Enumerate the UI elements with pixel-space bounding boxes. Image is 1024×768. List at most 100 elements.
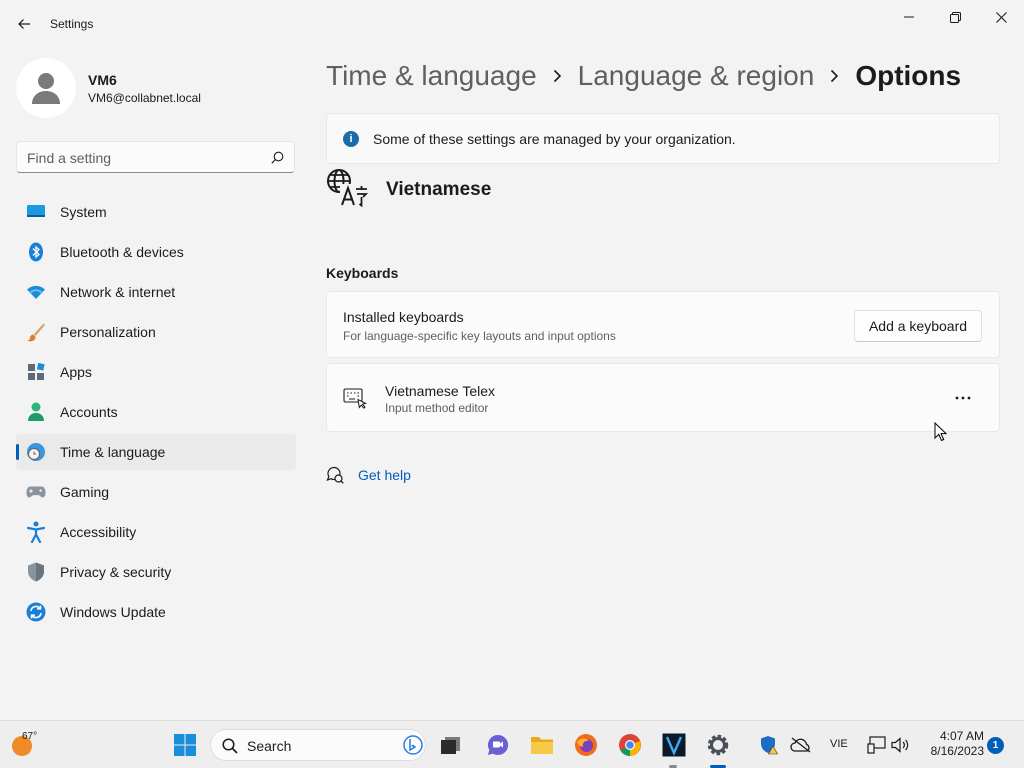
search-icon[interactable] <box>271 151 284 164</box>
sidebar-item-time-language[interactable]: Time & language <box>16 434 296 470</box>
installed-keyboards-subtitle: For language-specific key layouts and in… <box>343 329 616 343</box>
installed-keyboards-title: Installed keyboards <box>343 309 464 325</box>
person-icon <box>26 402 46 422</box>
restore-icon <box>949 11 961 23</box>
paintbrush-icon <box>26 322 46 342</box>
gamepad-icon <box>26 482 46 502</box>
sidebar-item-label: Gaming <box>60 484 110 500</box>
folder-icon <box>531 737 553 754</box>
sidebar-item-label: Network & internet <box>60 284 176 300</box>
close-button[interactable] <box>979 6 1023 28</box>
keyboards-section-title: Keyboards <box>326 265 399 281</box>
settings-app-button[interactable] <box>704 731 732 759</box>
sidebar-item-accessibility[interactable]: Accessibility <box>16 514 296 550</box>
notification-badge[interactable]: 1 <box>987 737 1004 754</box>
sidebar-item-system[interactable]: System <box>16 194 296 230</box>
more-icon <box>955 396 971 400</box>
settings-search[interactable] <box>16 141 295 173</box>
shield-warning-icon <box>761 736 779 755</box>
file-explorer-button[interactable] <box>528 731 556 759</box>
user-name: VM6 <box>88 72 117 88</box>
managed-by-organization-banner: i Some of these settings are managed by … <box>326 113 1000 164</box>
chrome-icon <box>619 734 641 756</box>
sidebar-item-windows-update[interactable]: Windows Update <box>16 594 296 630</box>
close-icon <box>995 11 1007 23</box>
page-title: Options <box>855 60 962 91</box>
keyboard-type: Input method editor <box>385 401 489 415</box>
onedrive-tray-icon[interactable] <box>787 731 815 759</box>
speaker-icon <box>891 737 909 753</box>
chat-button[interactable] <box>484 731 512 759</box>
taskbar-clock[interactable]: 4:07 AM 8/16/2023 <box>914 729 984 759</box>
chrome-button[interactable] <box>616 731 644 759</box>
taskbar-search[interactable]: Search <box>210 729 426 761</box>
update-icon <box>26 602 46 622</box>
taskbar: 67° Search VIE 4:07 AM 8/16/2023 1 <box>0 720 1024 768</box>
user-profile[interactable]: VM6 VM6@collabnet.local <box>16 58 276 118</box>
breadcrumb: Time & language Language & region Option… <box>326 56 961 96</box>
search-input[interactable] <box>27 149 257 167</box>
sidebar-item-label: Bluetooth & devices <box>60 244 184 260</box>
sidebar-item-network[interactable]: Network & internet <box>16 274 296 310</box>
back-button[interactable] <box>10 12 38 36</box>
sidebar-item-accounts[interactable]: Accounts <box>16 394 296 430</box>
apps-icon <box>26 362 46 382</box>
firefox-icon <box>575 734 597 756</box>
avatar <box>16 58 76 118</box>
volume-tray-icon[interactable] <box>886 731 914 759</box>
sidebar-item-label: Windows Update <box>60 604 166 620</box>
bluetooth-icon <box>26 242 46 262</box>
sidebar-item-personalization[interactable]: Personalization <box>16 314 296 350</box>
cloud-offline-icon <box>790 737 811 753</box>
network-icon <box>867 736 886 754</box>
keyboard-item[interactable]: Vietnamese Telex Input method editor <box>326 363 1000 432</box>
v-app-icon <box>662 733 686 757</box>
weather-temperature: 67° <box>22 731 38 742</box>
task-view-button[interactable] <box>437 731 465 759</box>
vscode-like-app-button[interactable] <box>660 731 688 759</box>
input-language-indicator[interactable]: VIE <box>830 738 848 750</box>
shield-icon <box>26 562 46 582</box>
more-options-button[interactable] <box>947 386 979 410</box>
minimize-button[interactable] <box>887 6 931 28</box>
sidebar-item-label: Accessibility <box>60 524 137 540</box>
monitor-icon <box>26 202 46 222</box>
restore-button[interactable] <box>933 6 977 28</box>
breadcrumb-time-language[interactable]: Time & language <box>326 60 537 92</box>
mouse-cursor-icon <box>934 422 947 442</box>
info-message: Some of these settings are managed by yo… <box>373 131 736 147</box>
taskbar-search-label: Search <box>247 738 292 754</box>
breadcrumb-language-region[interactable]: Language & region <box>578 60 815 92</box>
sidebar-item-label: Privacy & security <box>60 564 172 580</box>
chat-icon <box>487 734 509 755</box>
wifi-icon <box>26 282 46 302</box>
get-help-link[interactable]: Get help <box>326 464 411 486</box>
firefox-button[interactable] <box>572 731 600 759</box>
sidebar-item-bluetooth[interactable]: Bluetooth & devices <box>16 234 296 270</box>
back-arrow-icon <box>18 19 30 29</box>
sidebar-nav: System Bluetooth & devices Network & int… <box>16 194 296 634</box>
sidebar-item-privacy[interactable]: Privacy & security <box>16 554 296 590</box>
clock-date: 8/16/2023 <box>930 744 984 758</box>
sidebar-item-label: Personalization <box>60 324 156 340</box>
sidebar-item-label: Apps <box>60 364 92 380</box>
language-icon <box>326 168 370 208</box>
person-silhouette-icon <box>32 73 60 104</box>
sidebar-item-gaming[interactable]: Gaming <box>16 474 296 510</box>
accessibility-icon <box>26 521 46 543</box>
installed-keyboards-card: Installed keyboards For language-specifi… <box>326 291 1000 358</box>
title-bar: Settings <box>0 0 1024 48</box>
sidebar-item-apps[interactable]: Apps <box>16 354 296 390</box>
search-icon <box>222 738 238 754</box>
windows-logo-icon <box>174 734 196 756</box>
keyboard-name: Vietnamese Telex <box>385 383 495 399</box>
minimize-icon <box>904 16 914 18</box>
language-name: Vietnamese <box>386 179 492 200</box>
help-icon <box>326 466 344 484</box>
keyboard-icon <box>343 386 367 410</box>
info-icon: i <box>343 131 359 147</box>
add-keyboard-button[interactable]: Add a keyboard <box>854 310 982 342</box>
globe-clock-icon <box>26 442 46 462</box>
start-button[interactable] <box>171 731 199 759</box>
security-tray-icon[interactable] <box>755 731 783 759</box>
